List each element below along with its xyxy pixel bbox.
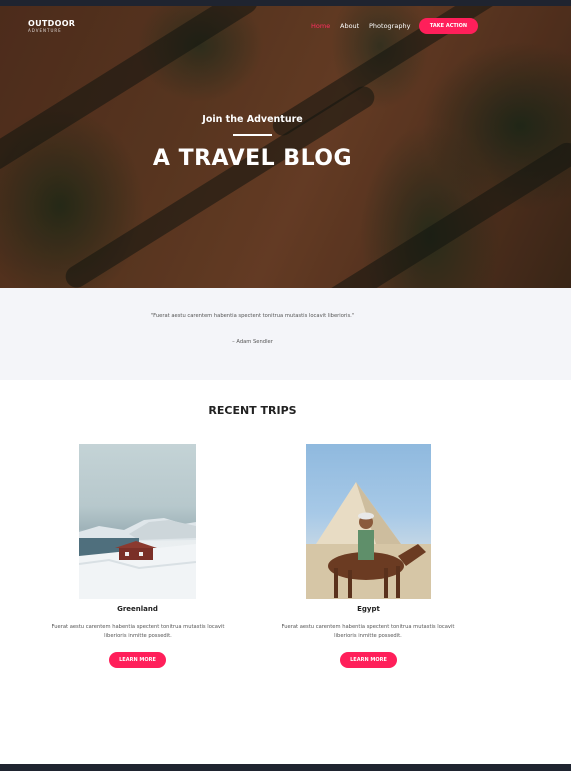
logo-tagline: ADVENTURE	[28, 28, 62, 33]
nav-home[interactable]: Home	[311, 22, 330, 30]
trip-text-line: liberioris inmitte possedit.	[104, 633, 172, 639]
quote-text: "Fuerat aestu carentem habentia spectent…	[150, 313, 355, 319]
learn-more-button-egypt[interactable]: LEARN MORE	[340, 652, 397, 668]
nav-photography[interactable]: Photography	[369, 22, 410, 30]
hero-subtitle: Join the Adventure	[202, 114, 303, 125]
take-action-button[interactable]: TAKE ACTION	[419, 18, 478, 34]
trip-title-greenland: Greenland	[117, 605, 158, 613]
footer-bar	[0, 764, 571, 771]
site-logo[interactable]: OUTDOOR ADVENTURE	[28, 19, 75, 34]
trip-text-line: Fuerat aestu carentem habentia spectent …	[281, 624, 455, 630]
greenland-image	[79, 444, 196, 599]
learn-more-button-greenland[interactable]: LEARN MORE	[109, 652, 166, 668]
quote-section: "Fuerat aestu carentem habentia spectent…	[0, 288, 571, 380]
trip-text-line: Fuerat aestu carentem habentia spectent …	[51, 624, 225, 630]
trip-title-egypt: Egypt	[357, 605, 380, 613]
trip-text-line: liberioris inmitte possedit.	[334, 633, 402, 639]
logo-text: OUTDOOR	[28, 19, 76, 28]
nav-about[interactable]: About	[340, 22, 359, 30]
hero-divider	[233, 134, 272, 136]
egypt-image	[306, 444, 431, 599]
trip-text-egypt: Fuerat aestu carentem habentia spectent …	[254, 623, 482, 641]
hero-title: A TRAVEL BLOG	[152, 146, 353, 171]
trip-text-greenland: Fuerat aestu carentem habentia spectent …	[24, 623, 252, 641]
hero-banner: OUTDOOR ADVENTURE Home About Photography…	[0, 6, 571, 288]
recent-trips-heading: RECENT TRIPS	[208, 404, 297, 417]
quote-author: – Adam Sendler	[232, 339, 273, 345]
